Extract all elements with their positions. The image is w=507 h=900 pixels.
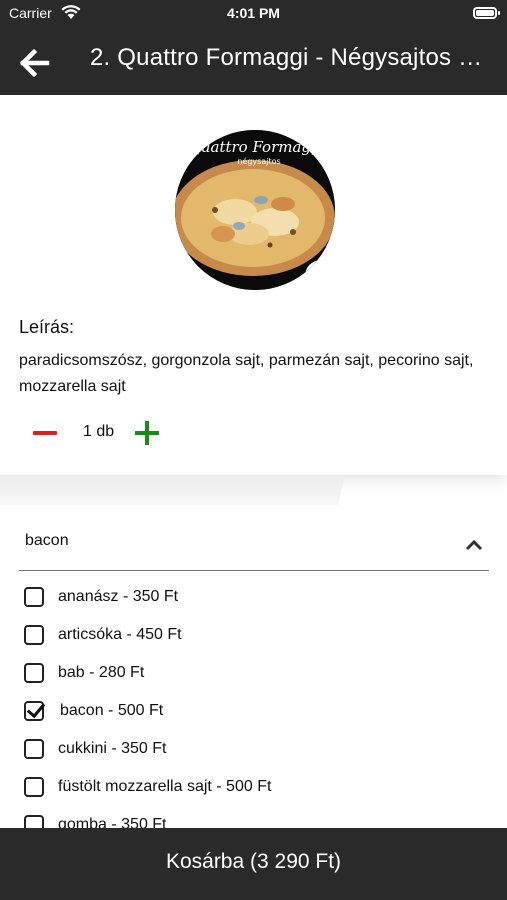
extra-item[interactable]: gomba - 350 Ft: [24, 810, 484, 828]
extra-item-label: articsóka - 450 Ft: [58, 626, 182, 643]
page-title: 2. Quattro Formaggi - Négysajtos pizza: [90, 44, 490, 71]
extra-item-label: bacon - 500 Ft: [60, 702, 164, 719]
extra-item[interactable]: ananász - 350 Ft: [24, 582, 484, 612]
increase-quantity-button[interactable]: [133, 417, 165, 449]
add-to-cart-label: Kosárba (3 290 Ft): [165, 850, 342, 873]
description-text: paradicsomszósz, gorgonzola sajt, parmez…: [19, 352, 474, 395]
quantity-stepper: 1 db: [25, 417, 175, 449]
top-bar: Carrier 4:01 PM 2. Quattro Formaggi - Né…: [0, 0, 507, 95]
card-shadow-strip: [0, 475, 345, 505]
add-to-cart-button[interactable]: Kosárba (3 290 Ft): [0, 828, 507, 900]
extra-item[interactable]: füstölt mozzarella sajt - 500 Ft: [24, 772, 484, 802]
header: 2. Quattro Formaggi - Négysajtos pizza: [0, 28, 507, 95]
extras-accordion-header[interactable]: bacon: [19, 520, 489, 571]
checkbox[interactable]: [24, 587, 44, 607]
status-bar: Carrier 4:01 PM: [0, 0, 507, 28]
pizza-caption-title: Quattro Formaggi: [189, 138, 326, 156]
extra-item[interactable]: cukkini - 350 Ft: [24, 734, 484, 764]
checkbox[interactable]: [24, 625, 44, 645]
extra-item-label: cukkini - 350 Ft: [58, 740, 167, 757]
pizza-image: Quattro Formaggi négysajtos: [175, 130, 335, 290]
arrow-left-icon: [19, 48, 50, 78]
extras-list: ananász - 350 Ft articsóka - 450 Ft bab …: [0, 578, 507, 828]
product-card: Quattro Formaggi négysajtos Leírás: para…: [0, 95, 507, 475]
extra-item[interactable]: bacon - 500 Ft: [24, 696, 484, 726]
extra-item-label: gomba - 350 Ft: [58, 816, 167, 828]
checkbox[interactable]: [24, 739, 44, 759]
battery-icon: [473, 7, 500, 19]
extra-item-label: bab - 280 Ft: [58, 664, 145, 681]
decrease-quantity-button[interactable]: [25, 417, 63, 449]
checkbox[interactable]: [24, 815, 44, 828]
description-label: Leírás:: [19, 317, 75, 337]
extra-item-label: ananász - 350 Ft: [58, 588, 179, 605]
extra-item-label: füstölt mozzarella sajt - 500 Ft: [58, 778, 272, 795]
checkbox[interactable]: [24, 777, 44, 797]
back-button[interactable]: [18, 46, 52, 80]
pizza-caption-subtitle: négysajtos: [237, 156, 280, 166]
extra-item[interactable]: articsóka - 450 Ft: [24, 620, 484, 650]
checkbox-checked[interactable]: [24, 701, 44, 721]
extras-selected-title: bacon: [25, 532, 69, 549]
pizza-photo: Quattro Formaggi négysajtos: [175, 130, 335, 290]
checkbox[interactable]: [24, 663, 44, 683]
chevron-up-icon: [465, 539, 483, 551]
quantity-value: 1 db: [83, 423, 115, 440]
extra-item[interactable]: bab - 280 Ft: [24, 658, 484, 688]
status-time: 4:01 PM: [227, 5, 280, 21]
